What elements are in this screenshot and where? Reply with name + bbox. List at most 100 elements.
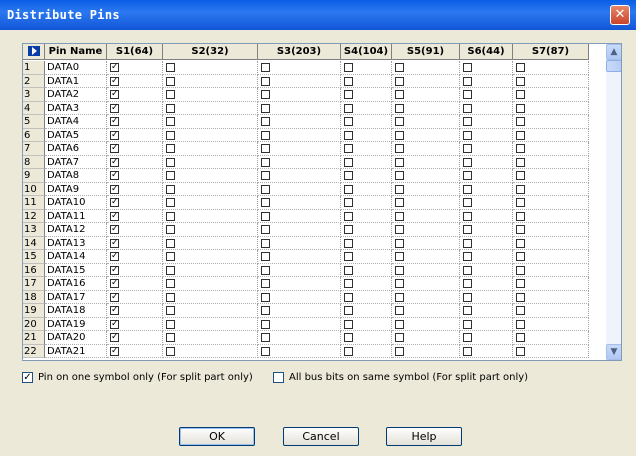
row-number[interactable]: 17 bbox=[23, 277, 45, 291]
symbol-assign-checkbox[interactable] bbox=[261, 90, 270, 99]
symbol-assign-checkbox[interactable] bbox=[261, 292, 270, 302]
symbol-assign-checkbox[interactable]: ✓ bbox=[110, 279, 119, 288]
row-number[interactable]: 5 bbox=[23, 115, 45, 129]
symbol-assign-checkbox[interactable] bbox=[261, 238, 270, 248]
symbol-assign-checkbox[interactable] bbox=[463, 225, 472, 234]
pin-name-cell[interactable]: DATA12 bbox=[45, 223, 107, 237]
symbol-assign-checkbox[interactable] bbox=[463, 117, 472, 126]
pin-name-cell[interactable]: DATA6 bbox=[45, 142, 107, 156]
symbol-assign-checkbox[interactable]: ✓ bbox=[110, 225, 119, 234]
symbol-assign-checkbox[interactable] bbox=[516, 117, 525, 126]
symbol-assign-checkbox[interactable] bbox=[463, 292, 472, 302]
symbol-assign-checkbox[interactable] bbox=[395, 184, 404, 194]
row-number[interactable]: 8 bbox=[23, 155, 45, 169]
symbol-assign-checkbox[interactable] bbox=[261, 225, 270, 234]
symbol-assign-checkbox[interactable] bbox=[395, 225, 404, 234]
symbol-assign-checkbox[interactable] bbox=[166, 171, 175, 180]
symbol-assign-checkbox[interactable] bbox=[344, 103, 353, 113]
row-number[interactable]: 10 bbox=[23, 182, 45, 196]
ok-button[interactable]: OK bbox=[179, 427, 255, 446]
row-number[interactable]: 3 bbox=[23, 88, 45, 102]
symbol-assign-checkbox[interactable]: ✓ bbox=[110, 306, 119, 315]
symbol-assign-checkbox[interactable] bbox=[516, 333, 525, 342]
symbol-assign-checkbox[interactable] bbox=[261, 252, 270, 261]
symbol-assign-checkbox[interactable] bbox=[166, 63, 175, 72]
symbol-assign-checkbox[interactable] bbox=[344, 211, 353, 221]
row-number[interactable]: 6 bbox=[23, 128, 45, 142]
select-all-corner[interactable] bbox=[23, 44, 45, 60]
symbol-assign-checkbox[interactable] bbox=[166, 306, 175, 315]
pin-name-cell[interactable]: DATA13 bbox=[45, 236, 107, 250]
scroll-up-button[interactable]: ▲ bbox=[606, 44, 621, 60]
row-number[interactable]: 12 bbox=[23, 209, 45, 223]
symbol-assign-checkbox[interactable]: ✓ bbox=[110, 117, 119, 126]
symbol-assign-checkbox[interactable]: ✓ bbox=[110, 333, 119, 342]
symbol-assign-checkbox[interactable] bbox=[516, 198, 525, 207]
symbol-assign-checkbox[interactable] bbox=[463, 279, 472, 288]
symbol-assign-checkbox[interactable]: ✓ bbox=[110, 292, 119, 302]
title-bar[interactable]: Distribute Pins ✕ bbox=[0, 0, 636, 30]
symbol-assign-checkbox[interactable] bbox=[395, 238, 404, 248]
symbol-assign-checkbox[interactable] bbox=[395, 157, 404, 167]
symbol-assign-checkbox[interactable]: ✓ bbox=[110, 90, 119, 99]
symbol-assign-checkbox[interactable] bbox=[261, 157, 270, 167]
symbol-assign-checkbox[interactable]: ✓ bbox=[110, 157, 119, 167]
symbol-assign-checkbox[interactable] bbox=[344, 157, 353, 167]
symbol-assign-checkbox[interactable] bbox=[463, 319, 472, 329]
symbol-assign-checkbox[interactable] bbox=[344, 90, 353, 99]
symbol-assign-checkbox[interactable] bbox=[463, 103, 472, 113]
symbol-assign-checkbox[interactable] bbox=[516, 211, 525, 221]
symbol-assign-checkbox[interactable] bbox=[516, 90, 525, 99]
symbol-assign-checkbox[interactable] bbox=[463, 346, 472, 356]
symbol-assign-checkbox[interactable] bbox=[166, 90, 175, 99]
pin-name-cell[interactable]: DATA10 bbox=[45, 196, 107, 210]
symbol-assign-checkbox[interactable] bbox=[395, 211, 404, 221]
symbol-assign-checkbox[interactable] bbox=[344, 144, 353, 153]
row-number[interactable]: 15 bbox=[23, 250, 45, 264]
symbol-assign-checkbox[interactable] bbox=[344, 346, 353, 356]
symbol-assign-checkbox[interactable] bbox=[395, 279, 404, 288]
symbol-assign-checkbox[interactable] bbox=[344, 171, 353, 180]
symbol-assign-checkbox[interactable]: ✓ bbox=[110, 346, 119, 356]
symbol-assign-checkbox[interactable] bbox=[261, 333, 270, 342]
symbol-assign-checkbox[interactable] bbox=[166, 292, 175, 302]
symbol-assign-checkbox[interactable] bbox=[463, 252, 472, 261]
symbol-assign-checkbox[interactable] bbox=[516, 130, 525, 140]
pin-name-cell[interactable]: DATA7 bbox=[45, 155, 107, 169]
scroll-thumb[interactable] bbox=[606, 60, 621, 72]
symbol-assign-checkbox[interactable] bbox=[166, 157, 175, 167]
pin-name-cell[interactable]: DATA18 bbox=[45, 304, 107, 318]
pin-name-cell[interactable]: DATA0 bbox=[45, 61, 107, 75]
column-header-symbol[interactable]: S5(91) bbox=[392, 44, 460, 60]
symbol-assign-checkbox[interactable] bbox=[395, 144, 404, 153]
symbol-assign-checkbox[interactable]: ✓ bbox=[110, 130, 119, 140]
row-number[interactable]: 2 bbox=[23, 74, 45, 88]
symbol-assign-checkbox[interactable] bbox=[261, 279, 270, 288]
symbol-assign-checkbox[interactable] bbox=[344, 130, 353, 140]
symbol-assign-checkbox[interactable] bbox=[261, 171, 270, 180]
symbol-assign-checkbox[interactable] bbox=[261, 76, 270, 86]
symbol-assign-checkbox[interactable]: ✓ bbox=[110, 211, 119, 221]
symbol-assign-checkbox[interactable] bbox=[463, 90, 472, 99]
pin-on-one-symbol-checkbox[interactable]: ✓ bbox=[22, 372, 33, 383]
symbol-assign-checkbox[interactable] bbox=[166, 198, 175, 207]
symbol-assign-checkbox[interactable] bbox=[166, 265, 175, 275]
symbol-assign-checkbox[interactable]: ✓ bbox=[110, 238, 119, 248]
symbol-assign-checkbox[interactable] bbox=[463, 333, 472, 342]
symbol-assign-checkbox[interactable]: ✓ bbox=[110, 63, 119, 72]
pin-name-cell[interactable]: DATA19 bbox=[45, 317, 107, 331]
symbol-assign-checkbox[interactable] bbox=[516, 265, 525, 275]
row-number[interactable]: 7 bbox=[23, 142, 45, 156]
symbol-assign-checkbox[interactable] bbox=[166, 279, 175, 288]
symbol-assign-checkbox[interactable] bbox=[166, 319, 175, 329]
close-button[interactable]: ✕ bbox=[610, 5, 630, 25]
symbol-assign-checkbox[interactable]: ✓ bbox=[110, 198, 119, 207]
row-number[interactable]: 11 bbox=[23, 196, 45, 210]
symbol-assign-checkbox[interactable] bbox=[166, 238, 175, 248]
symbol-assign-checkbox[interactable] bbox=[344, 279, 353, 288]
cancel-button[interactable]: Cancel bbox=[283, 427, 359, 446]
row-number[interactable]: 4 bbox=[23, 101, 45, 115]
symbol-assign-checkbox[interactable] bbox=[166, 76, 175, 86]
symbol-assign-checkbox[interactable] bbox=[261, 184, 270, 194]
pin-name-cell[interactable]: DATA4 bbox=[45, 115, 107, 129]
